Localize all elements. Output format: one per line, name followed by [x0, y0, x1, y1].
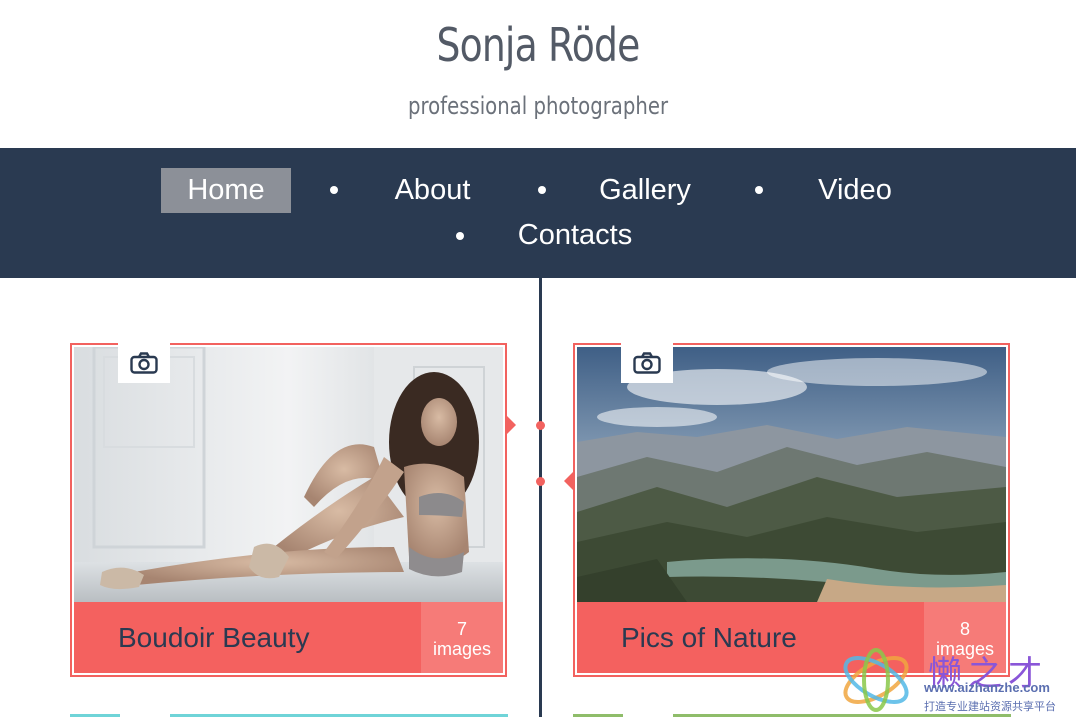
card-image-boudoir[interactable] [74, 347, 503, 602]
camera-icon [130, 352, 158, 374]
nav-contacts[interactable]: Contacts [505, 213, 645, 258]
card-image-nature[interactable] [577, 347, 1006, 602]
card-title[interactable]: Pics of Nature [621, 602, 797, 673]
image-count-badge: 7 images [421, 602, 503, 673]
image-count-unit: images [432, 639, 492, 659]
nav-about[interactable]: About [380, 168, 485, 213]
watermark-logo-icon [843, 648, 909, 712]
timeline-line [539, 278, 542, 717]
nav-separator-dot [330, 186, 338, 194]
watermark-tagline: 打造专业建站资源共享平台 [924, 701, 1056, 713]
card-caption: Boudoir Beauty 7 images [74, 602, 503, 673]
nav-gallery[interactable]: Gallery [590, 168, 700, 213]
gallery-card-boudoir[interactable]: Boudoir Beauty 7 images [70, 343, 507, 677]
nav-video[interactable]: Video [805, 168, 905, 213]
timeline-dot [536, 421, 545, 430]
camera-icon-button[interactable] [118, 343, 170, 383]
nav-separator-dot [755, 186, 763, 194]
boudoir-photo [74, 347, 503, 602]
nav-separator-dot [456, 232, 464, 240]
watermark: 懒之才 www.aizhanzhe.com 打造专业建站资源共享平台 [832, 640, 1072, 717]
nav-home[interactable]: Home [161, 168, 291, 213]
site-title: Sonja Röde [436, 18, 640, 72]
nav-separator-dot [538, 186, 546, 194]
card-pointer-arrow [507, 416, 516, 434]
camera-icon-button[interactable] [621, 343, 673, 383]
site-subtitle: professional photographer [407, 92, 669, 120]
watermark-url[interactable]: www.aizhanzhe.com [924, 680, 1050, 695]
card-title[interactable]: Boudoir Beauty [118, 602, 309, 673]
nature-photo [577, 347, 1006, 602]
image-count: 8 [959, 619, 970, 639]
gallery-card-nature[interactable]: Pics of Nature 8 images [573, 343, 1010, 677]
main-nav: Home About Gallery Video Contacts [0, 148, 1076, 278]
timeline-dot [536, 477, 545, 486]
card-pointer-arrow [564, 472, 573, 490]
image-count: 7 [456, 619, 467, 639]
camera-icon [633, 352, 661, 374]
